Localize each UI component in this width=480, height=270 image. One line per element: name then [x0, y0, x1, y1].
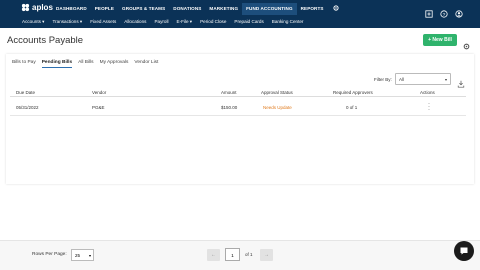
- row-actions-kebab-icon[interactable]: · · ·: [426, 101, 432, 113]
- table-header: Due Date Vendor Amount Approval Status R…: [10, 89, 466, 97]
- page-title: Accounts Payable: [7, 35, 84, 46]
- cell-approval-status: Needs Update: [263, 105, 292, 110]
- filter-select[interactable]: All ▾: [395, 73, 451, 85]
- main-nav: DASHBOARD PEOPLE GROUPS & TEAMS DONATION…: [52, 3, 344, 15]
- subnav-fixed-assets[interactable]: Fixed Assets: [86, 16, 120, 28]
- chevron-down-icon: ▾: [444, 77, 447, 82]
- cell-amount: $150.00: [221, 105, 238, 110]
- rows-per-page-label: Rows Per Page:: [32, 252, 67, 257]
- page-of-label: of 1: [245, 252, 253, 257]
- new-bill-button[interactable]: + New Bill: [423, 34, 457, 46]
- page-settings-gear-icon[interactable]: [463, 37, 470, 50]
- nav-settings-gear-icon[interactable]: [328, 3, 344, 15]
- subnav-transactions[interactable]: Transactions ▾: [48, 16, 86, 28]
- nav-groups-teams[interactable]: GROUPS & TEAMS: [118, 3, 169, 15]
- pagination-footer: Rows Per Page: 25 ▾ ← 1 of 1 →: [0, 240, 480, 270]
- filter-value: All: [399, 77, 405, 82]
- subnav-prepaid-cards[interactable]: Prepaid Cards: [230, 16, 267, 28]
- subnav-allocations[interactable]: Allocations: [120, 16, 150, 28]
- table-row[interactable]: 05/31/2022 PG&E $150.00 Needs Update 0 o…: [10, 98, 466, 116]
- rows-per-page-value: 25: [75, 253, 81, 258]
- col-actions: Actions: [420, 90, 435, 95]
- chat-support-button[interactable]: [454, 241, 474, 261]
- previous-page-button[interactable]: ←: [207, 249, 220, 261]
- subnav-accounts[interactable]: Accounts ▾: [18, 16, 48, 28]
- subnav-period-close[interactable]: Period Close: [196, 16, 230, 28]
- nav-fund-accounting[interactable]: FUND ACCOUNTING: [242, 3, 297, 15]
- help-icon[interactable]: ?: [440, 5, 448, 18]
- bills-tabs: Bills to Pay Pending Bills All Bills My …: [12, 60, 158, 68]
- nav-donations[interactable]: DONATIONS: [169, 3, 205, 15]
- cell-required-approvers: 0 of 1: [346, 105, 358, 110]
- cell-due-date: 05/31/2022: [16, 105, 39, 110]
- tab-all-bills[interactable]: All Bills: [78, 60, 93, 68]
- chevron-down-icon: ▾: [88, 253, 91, 258]
- page-number-input[interactable]: 1: [225, 248, 240, 261]
- col-amount[interactable]: Amount: [221, 90, 237, 95]
- next-page-button[interactable]: →: [260, 249, 273, 261]
- nav-reports[interactable]: REPORTS: [297, 3, 328, 15]
- chevron-right-icon: →: [264, 252, 269, 258]
- tab-my-approvals[interactable]: My Approvals: [100, 60, 129, 68]
- add-icon[interactable]: [425, 5, 433, 18]
- col-due-date[interactable]: Due Date: [16, 90, 35, 95]
- filter-label: Filter By:: [374, 77, 392, 82]
- nav-dashboard[interactable]: DASHBOARD: [52, 3, 91, 15]
- col-required-approvers: Required Approvers: [333, 90, 373, 95]
- tab-pending-bills[interactable]: Pending Bills: [41, 60, 73, 68]
- rows-per-page-select[interactable]: 25 ▾: [71, 249, 94, 261]
- nav-people[interactable]: PEOPLE: [91, 3, 118, 15]
- aplos-logo-icon: [21, 3, 30, 11]
- chat-icon: [460, 247, 468, 255]
- tab-bills-to-pay[interactable]: Bills to Pay: [12, 60, 36, 68]
- col-approval-status: Approval Status: [261, 90, 293, 95]
- logo-text: aplos: [32, 2, 53, 12]
- sub-navigation-row: Accounts ▾ Transactions ▾ Fixed Assets A…: [0, 16, 480, 28]
- export-icon[interactable]: [457, 75, 465, 88]
- col-vendor[interactable]: Vendor: [92, 90, 106, 95]
- sub-nav: Accounts ▾ Transactions ▾ Fixed Assets A…: [18, 16, 307, 28]
- subnav-payroll[interactable]: Payroll: [150, 16, 172, 28]
- chevron-left-icon: ←: [211, 252, 216, 258]
- top-right-icons: ?: [425, 5, 463, 18]
- top-navigation-bar: aplos DASHBOARD PEOPLE GROUPS & TEAMS DO…: [0, 0, 480, 28]
- user-icon[interactable]: [455, 5, 463, 18]
- aplos-logo[interactable]: aplos: [21, 2, 53, 12]
- cell-vendor: PG&E: [92, 105, 105, 110]
- subnav-banking-center[interactable]: Banking Center: [268, 16, 308, 28]
- nav-marketing[interactable]: MARKETING: [205, 3, 242, 15]
- tab-vendor-list[interactable]: Vendor List: [134, 60, 158, 68]
- subnav-efile[interactable]: E-File ▾: [173, 16, 197, 28]
